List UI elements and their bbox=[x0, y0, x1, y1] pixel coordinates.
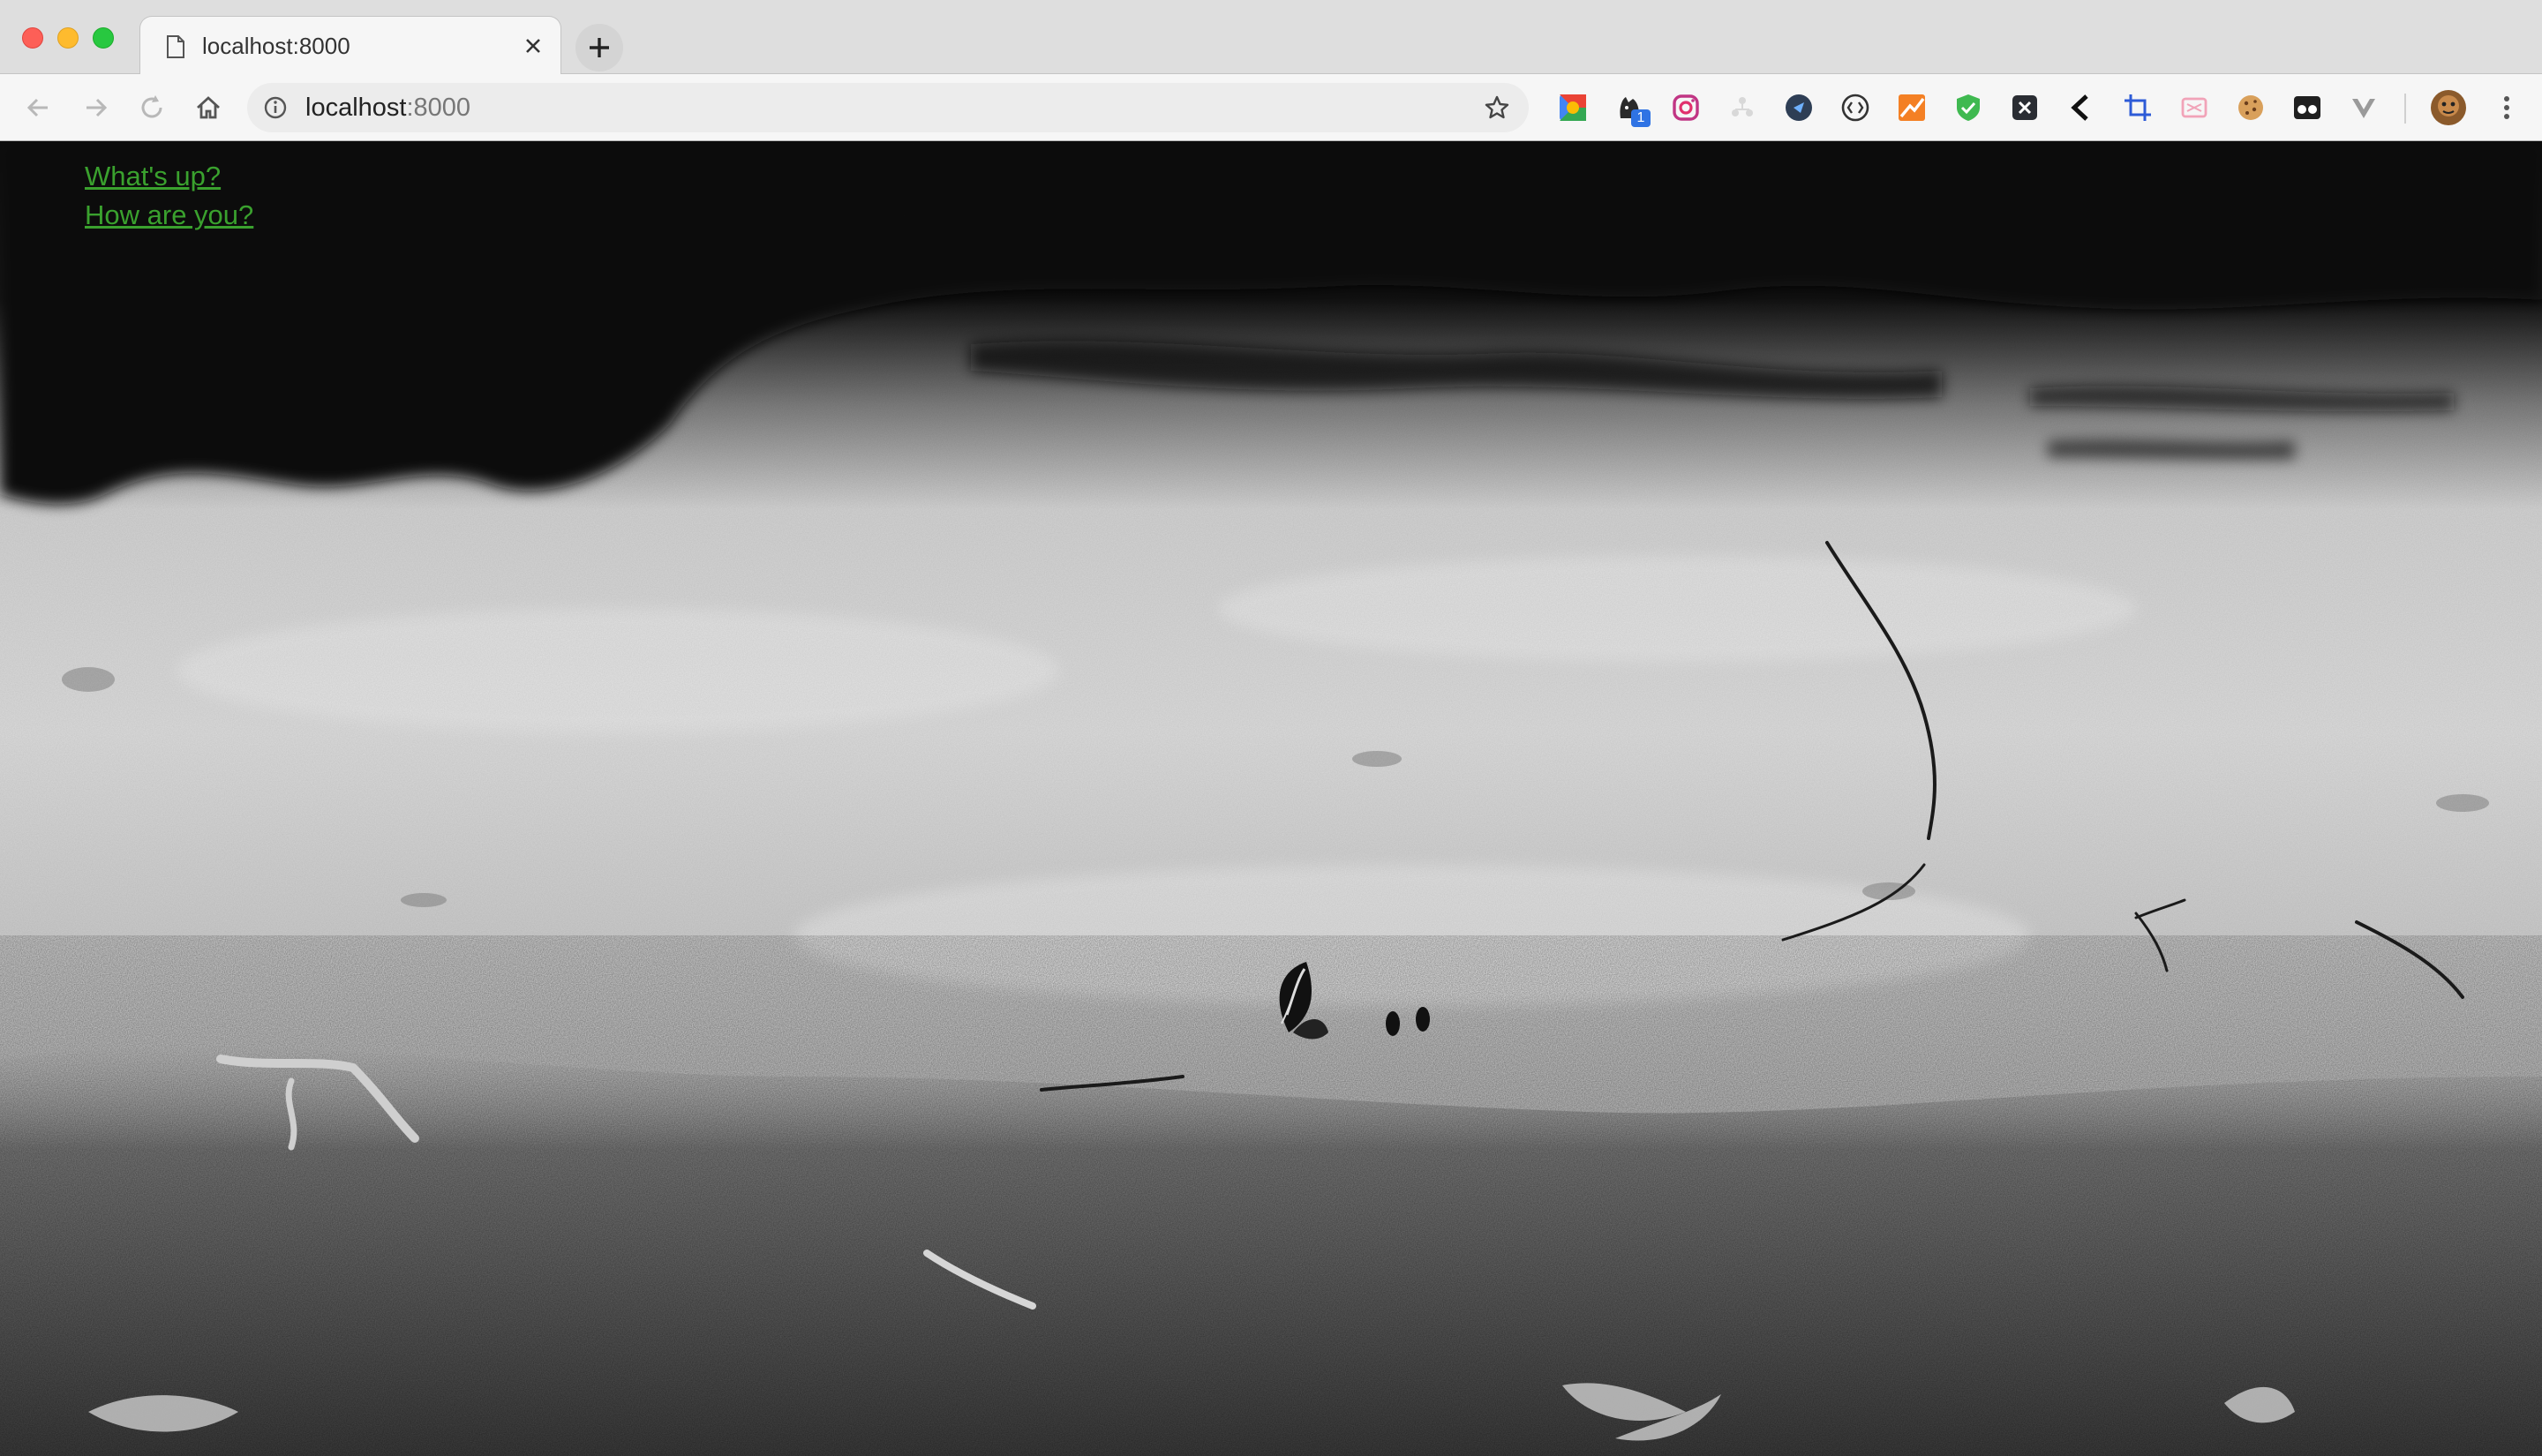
tab-title: localhost:8000 bbox=[202, 33, 350, 59]
url-text: localhost:8000 bbox=[305, 94, 470, 123]
home-icon[interactable] bbox=[191, 90, 226, 125]
glasses-extension-icon[interactable] bbox=[2291, 92, 2323, 124]
forward-arrow-icon[interactable] bbox=[78, 90, 113, 125]
browser-toolbar: localhost:8000 1 bbox=[0, 74, 2542, 141]
tab-strip: localhost:8000 bbox=[0, 0, 2542, 75]
extension-badge: 1 bbox=[1631, 109, 1651, 127]
new-tab-button[interactable] bbox=[575, 24, 623, 71]
google-extension-icon[interactable] bbox=[1557, 92, 1589, 124]
toolbar-separator bbox=[2404, 94, 2406, 124]
avatar[interactable] bbox=[2429, 88, 2468, 127]
link-list: What's up? How are you? bbox=[85, 157, 253, 235]
back-arrow-icon[interactable] bbox=[21, 90, 56, 125]
reload-icon[interactable] bbox=[134, 90, 169, 125]
tree-extension-icon[interactable] bbox=[1726, 92, 1758, 124]
crop-extension-icon[interactable] bbox=[2122, 92, 2154, 124]
document-icon bbox=[167, 35, 184, 58]
kebab-menu-icon[interactable] bbox=[2491, 92, 2523, 124]
page-viewport: What's up? How are you? bbox=[0, 141, 2542, 1456]
close-window-button[interactable] bbox=[22, 27, 43, 49]
maximize-window-button[interactable] bbox=[93, 27, 114, 49]
info-icon[interactable] bbox=[263, 95, 288, 120]
instagram-extension-icon[interactable] bbox=[1670, 92, 1702, 124]
address-bar[interactable]: localhost:8000 bbox=[247, 83, 1529, 132]
close-icon[interactable] bbox=[520, 33, 546, 59]
v-extension-icon[interactable] bbox=[2348, 92, 2380, 124]
tab-localhost[interactable]: localhost:8000 bbox=[139, 16, 561, 75]
link-whats-up[interactable]: What's up? bbox=[85, 157, 253, 196]
background-photo bbox=[0, 141, 2542, 1456]
pink-extension-icon[interactable] bbox=[2178, 92, 2210, 124]
x-extension-icon[interactable] bbox=[2009, 92, 2041, 124]
url-port: :8000 bbox=[406, 94, 471, 122]
minimize-window-button[interactable] bbox=[57, 27, 79, 49]
plus-icon bbox=[590, 38, 609, 57]
blue-circle-extension-icon[interactable] bbox=[1783, 92, 1815, 124]
chevron-left-extension-icon[interactable] bbox=[2065, 92, 2097, 124]
shield-extension-icon[interactable] bbox=[1952, 92, 1984, 124]
url-host: localhost bbox=[305, 94, 407, 122]
link-how-are-you[interactable]: How are you? bbox=[85, 196, 253, 235]
cookie-extension-icon[interactable] bbox=[2235, 92, 2267, 124]
star-icon[interactable] bbox=[1483, 94, 1511, 122]
chart-extension-icon[interactable] bbox=[1896, 92, 1928, 124]
code-extension-icon[interactable] bbox=[1839, 92, 1871, 124]
